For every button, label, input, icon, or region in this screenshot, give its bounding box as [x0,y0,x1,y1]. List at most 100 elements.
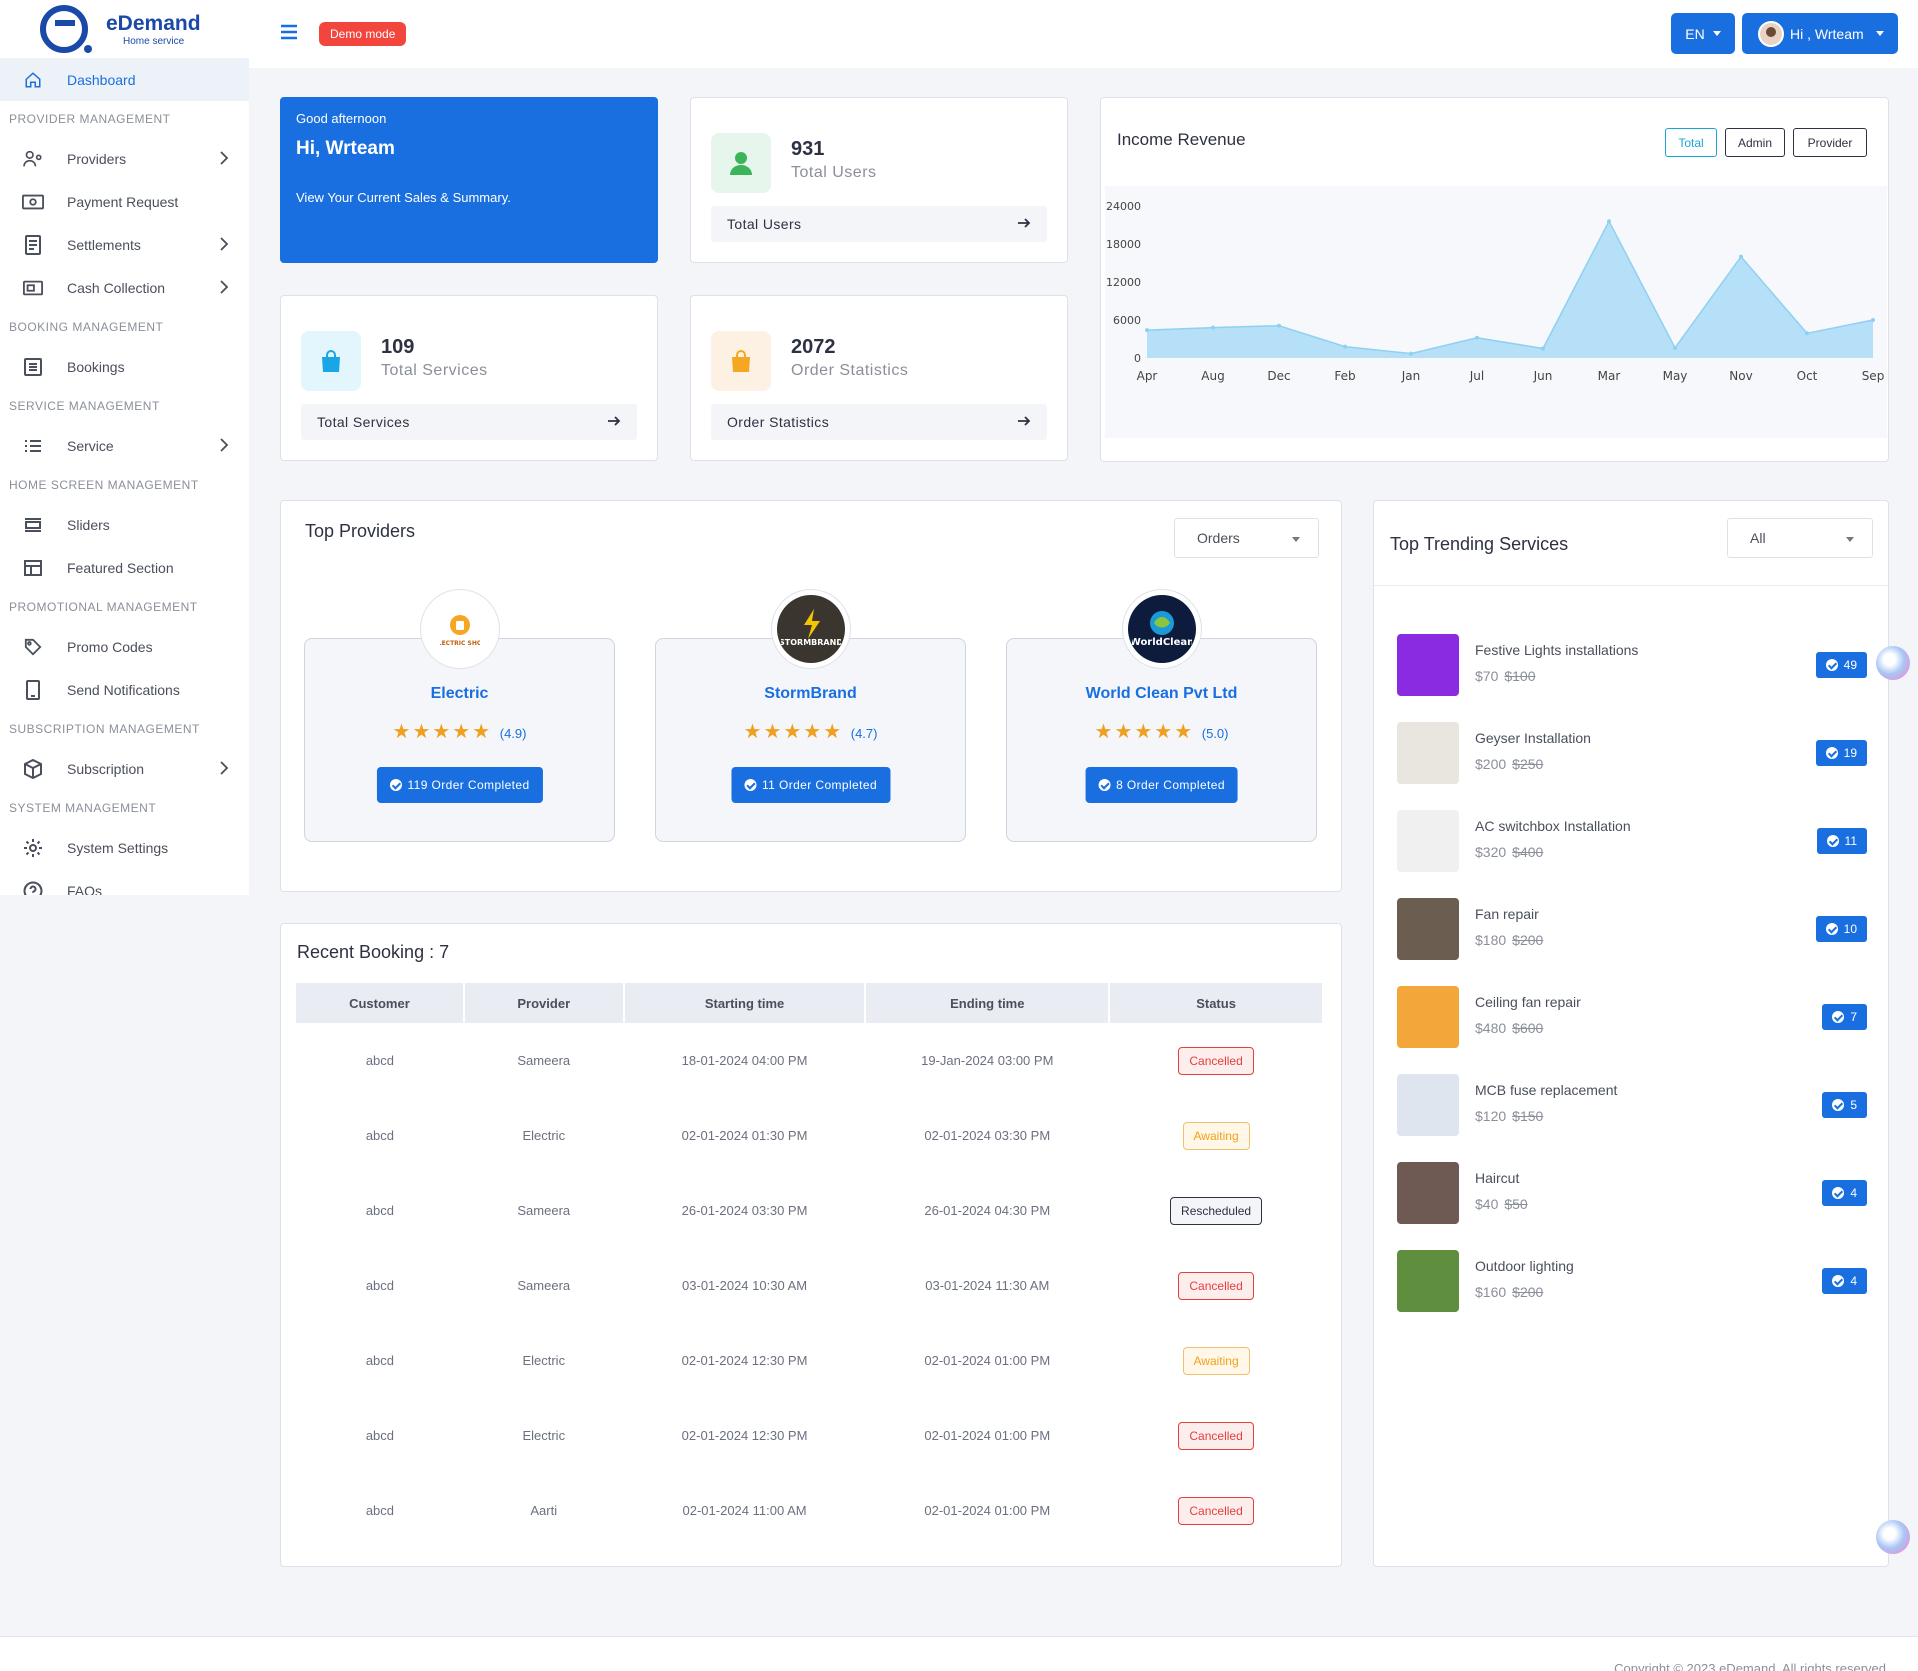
revenue-filter-provider[interactable]: Provider [1793,128,1867,157]
table-row[interactable]: abcd Sameera 03-01-2024 10:30 AM 03-01-2… [296,1248,1323,1323]
table-row[interactable]: abcd Sameera 26-01-2024 03:30 PM 26-01-2… [296,1173,1323,1248]
order-completed-button[interactable]: 8 Order Completed [1085,767,1238,803]
order-count-badge[interactable]: 4 [1822,1268,1867,1294]
sidebar-item-system-settings[interactable]: System Settings [0,826,249,869]
stat-footer-link[interactable]: Total Services [301,404,637,440]
status-badge: Cancelled [1178,1496,1254,1525]
status-badge: Cancelled [1178,1046,1254,1075]
order-count-badge[interactable]: 7 [1822,1004,1867,1030]
trending-service-item[interactable]: Haircut $40 $50 4 [1397,1162,1867,1224]
topbar [249,0,1918,68]
trending-filter[interactable]: All [1727,518,1873,558]
provider-card[interactable]: ELECTRIC SHOP Electric ★★★★★ (4.9) 119 O… [304,589,615,842]
order-count-badge[interactable]: 11 [1816,828,1867,854]
provider-card[interactable]: STORMBRAND StormBrand ★★★★★ (4.7) 11 Ord… [655,589,966,842]
chevron-right-icon [219,280,229,297]
service-thumbnail [1397,722,1459,784]
badge-count: 4 [1850,1274,1857,1288]
badge-count: 49 [1843,658,1857,672]
badge-count: 10 [1843,922,1857,936]
column-header-customer[interactable]: Customer [296,983,465,1023]
sidebar-item-subscription[interactable]: Subscription [0,747,249,790]
sidebar-item-cash-collection[interactable]: Cash Collection [0,266,249,309]
unicorn-avatar-icon[interactable] [1876,646,1910,680]
order-completed-button[interactable]: 119 Order Completed [376,767,543,803]
unicorn-avatar-icon[interactable] [1876,1520,1910,1554]
status-badge: Cancelled [1178,1421,1254,1450]
price-original: $200 [1512,1284,1544,1300]
provider-card[interactable]: WorldClean World Clean Pvt Ltd ★★★★★ (5.… [1006,589,1317,842]
provider-name: StormBrand [764,685,857,702]
table-row[interactable]: abcd Electric 02-01-2024 12:30 PM 02-01-… [296,1323,1323,1398]
table-row[interactable]: abcd Electric 02-01-2024 01:30 PM 02-01-… [296,1098,1323,1173]
sidebar-item-promo-codes[interactable]: Promo Codes [0,625,249,668]
table-row[interactable]: abcd Electric 02-01-2024 12:30 PM 02-01-… [296,1398,1323,1473]
cell-status: Cancelled [1109,1023,1323,1098]
language-dropdown[interactable]: EN [1671,13,1735,54]
order-count-badge[interactable]: 4 [1822,1180,1867,1206]
price-original: $250 [1512,756,1544,772]
cell-start: 18-01-2024 04:00 PM [681,1053,808,1068]
service-name: Geyser Installation [1475,730,1591,746]
gear-icon [22,837,44,859]
sidebar-item-faqs[interactable]: FAQs [0,869,249,895]
revenue-filter-total[interactable]: Total [1665,128,1717,157]
order-completed-button[interactable]: 11 Order Completed [730,767,891,803]
column-header-end[interactable]: Ending time [865,983,1111,1023]
revenue-data-point [1739,254,1743,259]
stat-label: Total Users [791,164,877,181]
cell-customer: abcd [365,1353,395,1368]
order-count-badge[interactable]: 10 [1815,916,1867,942]
user-menu-dropdown[interactable]: Hi , Wrteam [1742,13,1898,54]
cell-provider: Electric [522,1128,566,1143]
column-header-start[interactable]: Starting time [623,983,867,1023]
sidebar-item-service[interactable]: Service [0,424,249,467]
sidebar-item-settlements[interactable]: Settlements [0,223,249,266]
avatar [1758,20,1784,47]
trending-service-item[interactable]: MCB fuse replacement $120 $150 5 [1397,1074,1867,1136]
sidebar-item-featured-section[interactable]: Featured Section [0,546,249,589]
brand-logo[interactable]: eDemand Home service [0,0,249,58]
service-name: MCB fuse replacement [1475,1082,1618,1098]
order-count-badge[interactable]: 19 [1815,740,1867,766]
stat-footer-link[interactable]: Total Users [711,206,1047,242]
sidebar-item-bookings[interactable]: Bookings [0,345,249,388]
sidebar-item-sliders[interactable]: Sliders [0,503,249,546]
trending-service-item[interactable]: Ceiling fan repair $480 $600 7 [1397,986,1867,1048]
trending-service-item[interactable]: Fan repair $180 $200 10 [1397,898,1867,960]
trending-service-item[interactable]: Outdoor lighting $160 $200 4 [1397,1250,1867,1312]
sidebar-item-label: Settlements [67,236,141,253]
chevron-right-icon [219,151,229,168]
x-tick-label: Nov [1729,369,1752,383]
sidebar-item-label: Subscription [67,760,145,777]
column-header-provider[interactable]: Provider [463,983,625,1023]
top-providers-title: Top Providers [305,521,416,541]
greeting-subtitle: View Your Current Sales & Summary. [296,190,511,205]
column-header-status[interactable]: Status [1109,983,1324,1023]
stat-footer-link[interactable]: Order Statistics [711,404,1047,440]
stat-value: 109 [381,336,415,358]
y-tick-label: 6000 [1113,314,1141,327]
receipt-icon [22,234,44,256]
revenue-filter-admin[interactable]: Admin [1725,128,1785,157]
trending-service-item[interactable]: AC switchbox Installation $320 $400 11 [1397,810,1867,872]
table-row[interactable]: abcd Sameera 18-01-2024 04:00 PM 19-Jan-… [296,1023,1323,1098]
check-circle-icon [1825,923,1838,935]
order-count-badge[interactable]: 5 [1822,1092,1867,1118]
sidebar-item-payment-request[interactable]: Payment Request [0,180,249,223]
order-count-badge[interactable]: 49 [1815,652,1867,678]
sidebar-item-send-notifications[interactable]: Send Notifications [0,668,249,711]
table-row[interactable]: abcd Aarti 02-01-2024 11:00 AM 02-01-202… [296,1473,1323,1548]
trending-service-item[interactable]: Geyser Installation $200 $250 19 [1397,722,1867,784]
sidebar-item-providers[interactable]: Providers [0,137,249,180]
money-icon [22,191,44,213]
revenue-data-point [1607,219,1611,224]
trending-service-item[interactable]: Festive Lights installations $70 $100 49 [1397,634,1867,696]
select-value: All [1750,530,1766,546]
sidebar-item-dashboard[interactable]: Dashboard [0,58,249,101]
top-providers-filter[interactable]: Orders [1174,518,1319,558]
menu-toggle-icon[interactable] [280,24,298,43]
cell-end: 19-Jan-2024 03:00 PM [921,1053,1054,1068]
section-service-management: SERVICE MANAGEMENT [9,399,160,413]
sidebar-item-label: Dashboard [67,71,136,88]
